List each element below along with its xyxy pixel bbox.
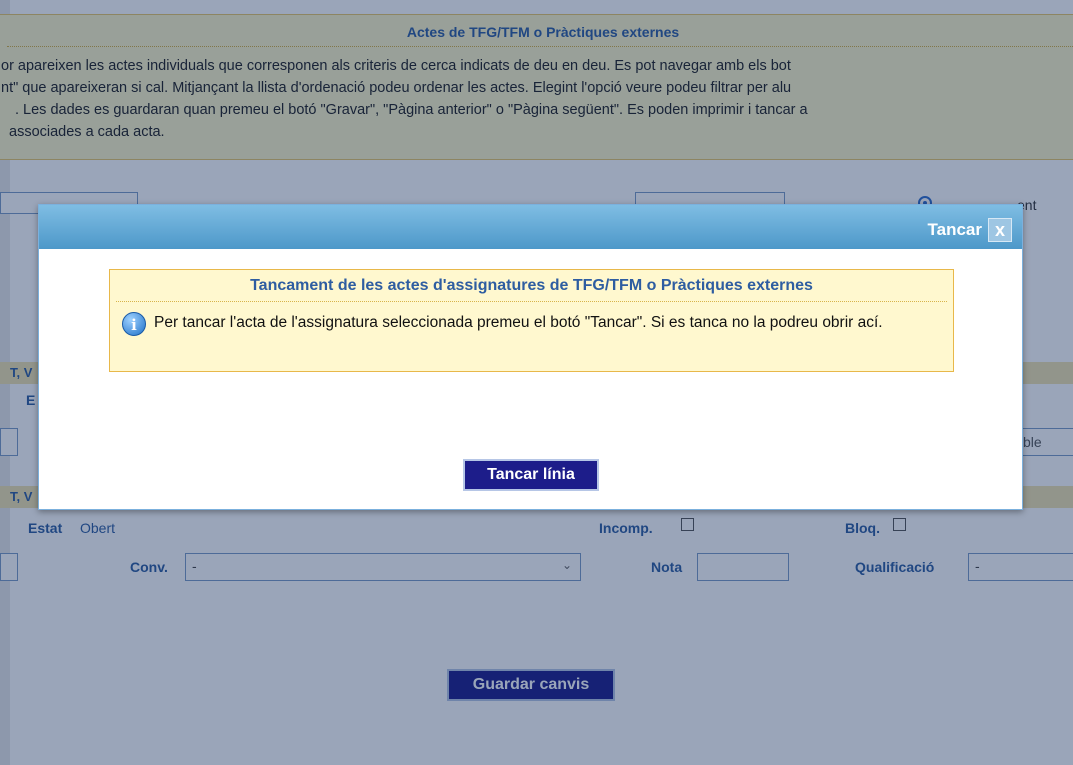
close-line-button[interactable]: Tancar línia bbox=[463, 459, 599, 491]
close-record-dialog: Tancar x Tancament de les actes d'assign… bbox=[38, 204, 1023, 510]
notice-box: Tancament de les actes d'assignatures de… bbox=[109, 269, 954, 372]
notice-text: Per tancar l'acta de l'assignatura selec… bbox=[154, 314, 883, 331]
close-control[interactable]: Tancar x bbox=[928, 217, 1012, 243]
notice-title: Tancament de les actes d'assignatures de… bbox=[116, 270, 947, 302]
close-icon[interactable]: x bbox=[988, 218, 1012, 242]
info-icon: i bbox=[122, 312, 146, 336]
dialog-body: Tancament de les actes d'assignatures de… bbox=[39, 249, 1022, 509]
close-label[interactable]: Tancar bbox=[928, 220, 983, 240]
dialog-header: Tancar x bbox=[39, 205, 1022, 249]
